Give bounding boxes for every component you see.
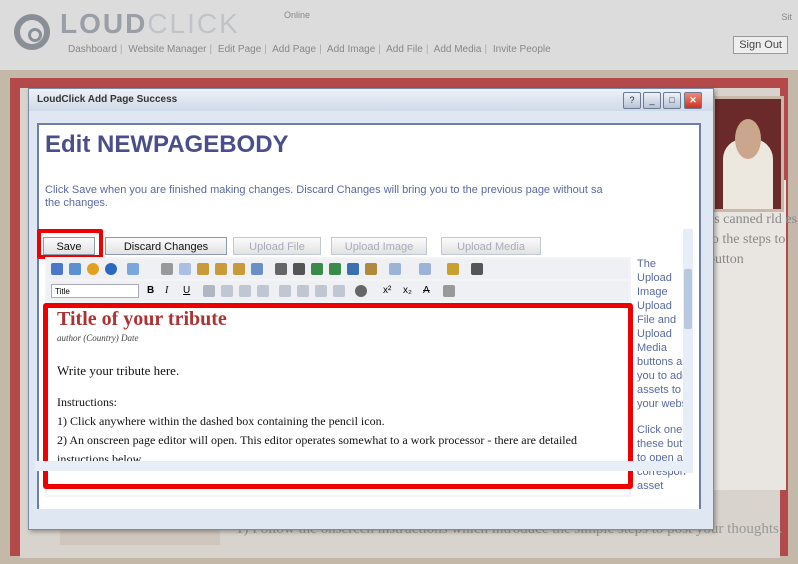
redo-icon[interactable]: [419, 263, 431, 275]
instructions-text: Click Save when you are finished making …: [45, 184, 603, 196]
logo-icon: [14, 14, 50, 50]
nav-add-file[interactable]: Add File: [386, 44, 423, 55]
outdent-icon[interactable]: [297, 285, 309, 297]
bold-icon[interactable]: B: [147, 285, 159, 297]
superscript-icon[interactable]: x²: [383, 285, 395, 297]
dialog-titlebar[interactable]: LoudClick Add Page Success ? _ □ ✕: [29, 89, 713, 111]
close-icon[interactable]: ✕: [684, 92, 702, 109]
nav-add-page[interactable]: Add Page: [272, 44, 316, 55]
sign-out-button[interactable]: Sign Out: [733, 36, 788, 54]
paragraph-style-select[interactable]: Title: [51, 284, 139, 298]
app-header: LOUDCLICK Online Sit Dashboard | Website …: [0, 0, 798, 70]
page-title: Edit NEWPAGEBODY: [45, 131, 289, 158]
paste-icon[interactable]: [197, 263, 209, 275]
editor-toolbar-row-2: Title B I U x² x₂ A: [47, 281, 629, 301]
clear-format-icon[interactable]: [443, 285, 455, 297]
edit-page-dialog: LoudClick Add Page Success ? _ □ ✕ Edit …: [28, 88, 714, 530]
dialog-title: LoudClick Add Page Success: [37, 94, 178, 105]
find-icon[interactable]: [275, 263, 287, 275]
subscript-icon[interactable]: x₂: [403, 285, 415, 297]
justify-icon[interactable]: [257, 285, 269, 297]
spellcheck-icon[interactable]: [293, 263, 305, 275]
dialog-body: Edit NEWPAGEBODY Click Save when you are…: [37, 123, 701, 517]
help-icon[interactable]: ?: [623, 92, 641, 109]
maximize-icon[interactable]: □: [663, 92, 681, 109]
user-name: Sit: [781, 12, 792, 22]
main-nav: Dashboard | Website Manager | Edit Page | A…: [68, 44, 551, 55]
nav-add-image[interactable]: Add Image: [327, 44, 375, 55]
image-icon[interactable]: [311, 263, 323, 275]
nav-website-manager[interactable]: Website Manager: [128, 44, 206, 55]
vertical-scrollbar[interactable]: [683, 229, 693, 473]
cut-icon[interactable]: [161, 263, 173, 275]
nav-edit-page[interactable]: Edit Page: [218, 44, 261, 55]
strikethrough-icon[interactable]: A: [423, 285, 435, 297]
upload-image-button[interactable]: Upload Image: [331, 237, 427, 255]
align-left-icon[interactable]: [203, 285, 215, 297]
templates-icon[interactable]: [69, 263, 81, 275]
new-doc-icon[interactable]: [51, 263, 63, 275]
paste-word-icon[interactable]: [233, 263, 245, 275]
italic-icon[interactable]: I: [165, 285, 177, 297]
bullet-list-icon[interactable]: [333, 285, 345, 297]
minimize-icon[interactable]: _: [643, 92, 661, 109]
upload-file-button[interactable]: Upload File: [233, 237, 321, 255]
copy-icon[interactable]: [179, 263, 191, 275]
ordered-list-icon[interactable]: [315, 285, 327, 297]
editor-toolbar-row-1: [47, 259, 629, 279]
align-right-icon[interactable]: [239, 285, 251, 297]
horizontal-scrollbar[interactable]: [35, 461, 685, 471]
logo[interactable]: LOUDCLICK: [60, 8, 240, 40]
table-icon[interactable]: [127, 263, 139, 275]
upload-media-button[interactable]: Upload Media: [441, 237, 541, 255]
instructions-text-cont: the changes.: [45, 197, 108, 209]
preview-icon[interactable]: [87, 263, 99, 275]
paste-html-icon[interactable]: [251, 263, 263, 275]
symbol-icon[interactable]: [355, 285, 367, 297]
dialog-status-bar: [29, 509, 713, 529]
background-side-text: as canned rld es to the steps to button: [708, 212, 798, 267]
paste-text-icon[interactable]: [215, 263, 227, 275]
save-button[interactable]: Save: [43, 237, 95, 255]
site-name: Online: [284, 10, 311, 20]
unlink-icon[interactable]: [365, 263, 377, 275]
nav-invite-people[interactable]: Invite People: [493, 44, 551, 55]
media-icon[interactable]: [329, 263, 341, 275]
align-center-icon[interactable]: [221, 285, 233, 297]
more-icon[interactable]: [471, 263, 483, 275]
undo-icon[interactable]: [389, 263, 401, 275]
nav-dashboard[interactable]: Dashboard: [68, 44, 117, 55]
format-icon[interactable]: [447, 263, 459, 275]
scrollbar-thumb[interactable]: [684, 269, 692, 329]
browse-icon[interactable]: [105, 263, 117, 275]
underline-icon[interactable]: U: [183, 285, 195, 297]
nav-add-media[interactable]: Add Media: [434, 44, 482, 55]
indent-icon[interactable]: [279, 285, 291, 297]
link-icon[interactable]: [347, 263, 359, 275]
discard-changes-button[interactable]: Discard Changes: [105, 237, 227, 255]
